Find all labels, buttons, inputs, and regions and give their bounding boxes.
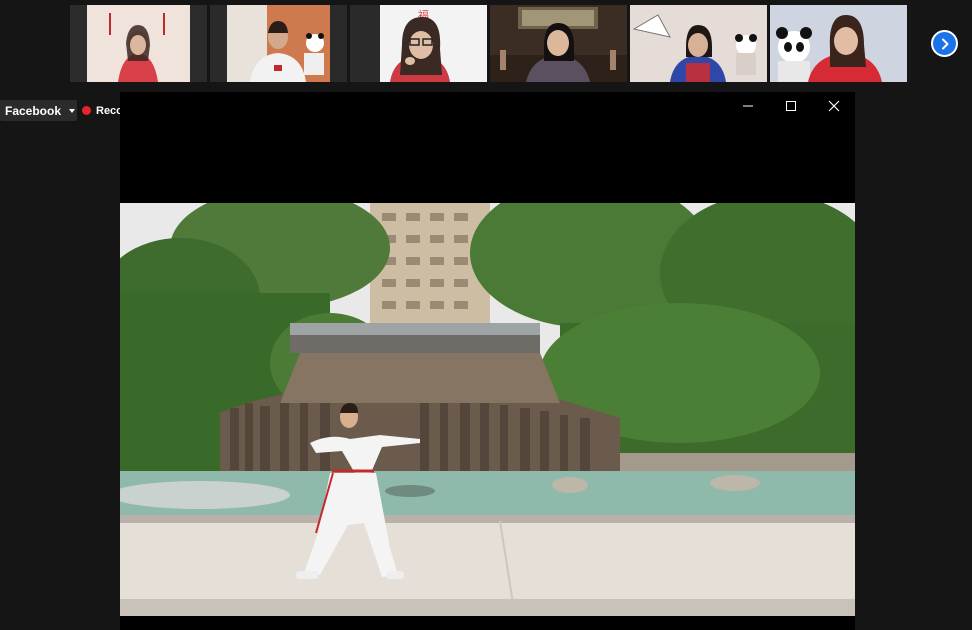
video-frame [120,203,855,616]
participant-video [210,5,347,82]
minimize-icon [742,105,753,107]
live-stream-dropdown[interactable]: Facebook [0,100,77,121]
close-icon [828,100,839,112]
participant-video [70,5,207,82]
participant-strip: 福 [70,5,908,82]
caret-down-icon [69,108,76,113]
shared-screen-window [120,92,855,630]
participant-tile[interactable] [770,5,907,82]
participant-video: 福 [350,5,487,82]
close-button[interactable] [812,92,855,120]
maximize-icon [785,101,796,111]
chevron-right-icon [941,38,948,49]
participant-tile[interactable] [210,5,347,82]
participant-tile[interactable]: 福 [350,5,487,82]
window-controls [726,92,855,120]
participant-tile[interactable] [70,5,207,82]
meeting-window: 福 Facebook [0,0,972,630]
participant-tile[interactable] [630,5,767,82]
maximize-button[interactable] [769,92,812,120]
participant-video [770,5,907,82]
participant-video [490,5,627,82]
minimize-button[interactable] [726,92,769,120]
recording-dot-icon [82,106,91,115]
participant-video [630,5,767,82]
participant-tile[interactable] [490,5,627,82]
shared-video [120,203,855,616]
live-stream-label: Facebook [5,103,62,118]
next-page-button[interactable] [931,30,958,57]
